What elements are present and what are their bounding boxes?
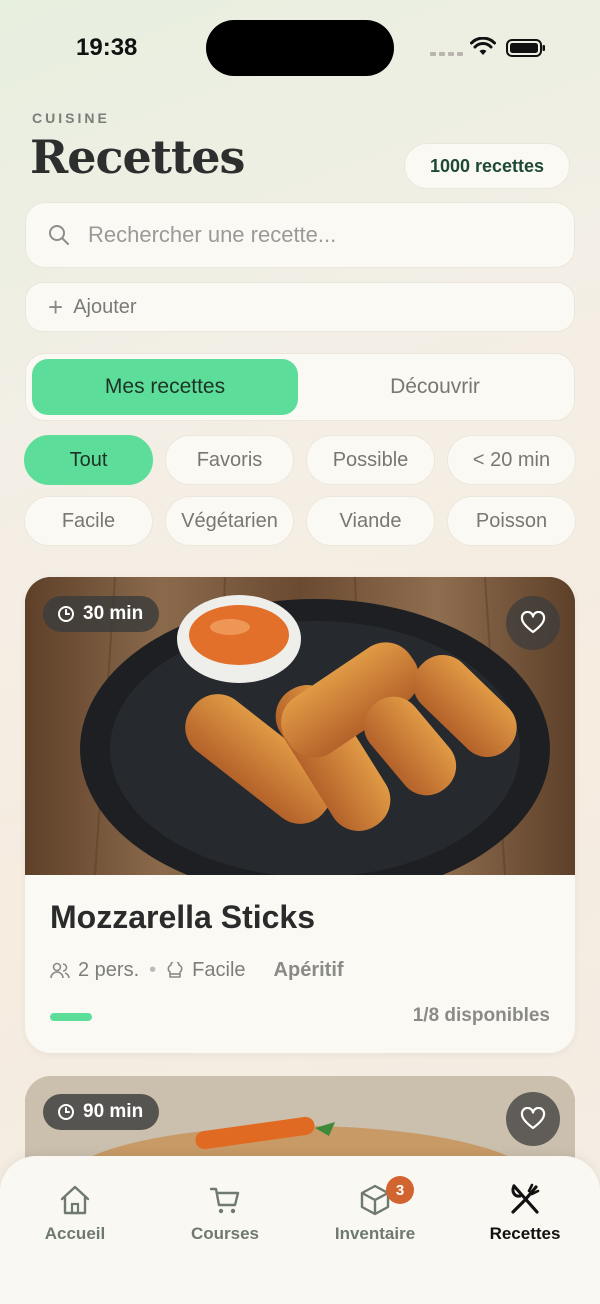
filter-chip-all[interactable]: Tout xyxy=(24,435,153,485)
tab-recipes-label: Recettes xyxy=(489,1224,561,1243)
add-recipe-button[interactable]: + Ajouter xyxy=(25,282,575,332)
servings-label: 2 pers. xyxy=(78,959,140,981)
segment-my-recipes[interactable]: Mes recettes xyxy=(32,359,298,415)
filter-chip-fish[interactable]: Poisson xyxy=(447,496,576,546)
people-icon xyxy=(50,962,70,978)
tab-inventory[interactable]: 3 Inventaire xyxy=(300,1176,450,1244)
search-icon xyxy=(49,225,69,245)
add-recipe-label: Ajouter xyxy=(73,295,137,318)
cook-time-pill: 30 min xyxy=(43,596,160,632)
clock-icon xyxy=(58,1104,74,1120)
tab-courses[interactable]: Courses xyxy=(150,1182,300,1244)
chef-hat-icon xyxy=(167,961,183,978)
cook-time-label: 30 min xyxy=(83,603,144,624)
inventory-badge: 3 xyxy=(386,1176,414,1204)
section-eyebrow: CUISINE xyxy=(32,110,110,126)
filter-chip-meat[interactable]: Viande xyxy=(306,496,435,546)
battery-icon xyxy=(506,39,545,57)
tab-home-label: Accueil xyxy=(44,1224,106,1243)
plus-icon: + xyxy=(48,292,64,322)
availability-label: 1/8 disponibles xyxy=(412,1005,550,1026)
cook-time-pill: 90 min xyxy=(43,1094,160,1130)
filter-chip-vegetarian[interactable]: Végétarien xyxy=(165,496,294,546)
cellular-signal-icon xyxy=(430,52,463,56)
difficulty-label: Facile xyxy=(192,959,246,981)
clock-icon xyxy=(58,606,74,622)
filter-chip-under-20-min[interactable]: < 20 min xyxy=(447,435,576,485)
recipe-card[interactable]: 30 min Mozzarella Sticks 2 pers. • Facil… xyxy=(25,577,575,1053)
home-icon xyxy=(60,1185,90,1215)
tab-recipes[interactable]: Recettes xyxy=(450,1182,600,1244)
page-title: Recettes xyxy=(30,130,245,184)
tab-inventory-label: Inventaire xyxy=(334,1224,416,1243)
favorite-button[interactable] xyxy=(506,1092,560,1146)
meta-separator: • xyxy=(149,959,157,981)
filter-chip-favorites[interactable]: Favoris xyxy=(165,435,294,485)
search-bar[interactable] xyxy=(25,202,575,268)
segmented-control: Mes recettes Découvrir xyxy=(25,353,575,421)
shopping-cart-icon xyxy=(209,1187,240,1214)
tab-bar: Accueil Courses 3 Inventaire Recettes xyxy=(0,1156,600,1304)
cook-time-label: 90 min xyxy=(83,1101,144,1122)
heart-icon xyxy=(520,1107,546,1130)
filter-chip-possible[interactable]: Possible xyxy=(306,435,435,485)
status-time: 19:38 xyxy=(76,34,138,61)
wifi-icon xyxy=(470,37,496,55)
favorite-button[interactable] xyxy=(506,596,560,650)
dynamic-island xyxy=(206,20,394,76)
tab-home[interactable]: Accueil xyxy=(0,1182,150,1244)
search-input[interactable] xyxy=(88,222,528,248)
filter-chip-easy[interactable]: Facile xyxy=(24,496,153,546)
recipe-count-badge: 1000 recettes xyxy=(404,143,570,189)
fork-knife-icon xyxy=(511,1183,540,1214)
recipe-title: Mozzarella Sticks xyxy=(50,899,315,935)
heart-icon xyxy=(520,611,546,634)
recipe-photo: 30 min xyxy=(25,577,575,875)
tab-courses-label: Courses xyxy=(190,1224,260,1243)
category-label: Apéritif xyxy=(273,959,344,981)
segment-discover[interactable]: Découvrir xyxy=(302,359,568,415)
availability-progress-bar xyxy=(50,1013,92,1021)
recipe-meta: 2 pers. • Facile Apéritif xyxy=(50,959,344,982)
status-bar: 19:38 xyxy=(0,0,600,96)
